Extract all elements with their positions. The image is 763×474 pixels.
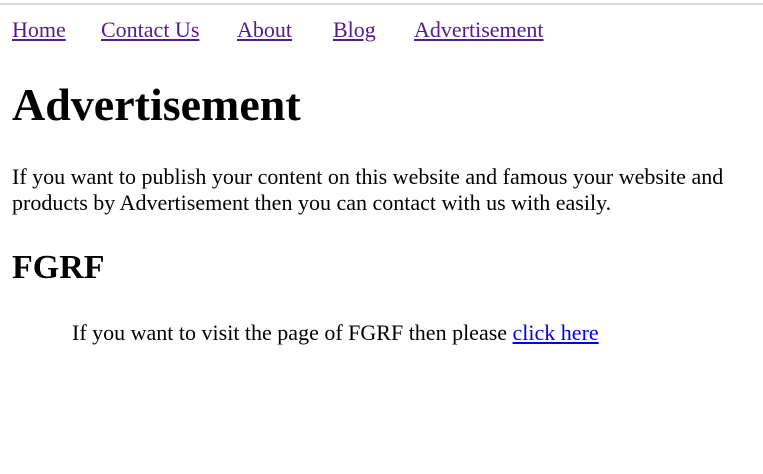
visit-paragraph: If you want to visit the page of FGRF th… (72, 319, 599, 347)
section-title: FGRF (12, 249, 105, 286)
page-title: Advertisement (12, 79, 301, 130)
nav-link-advertisement[interactable]: Advertisement (414, 16, 544, 44)
click-here-link[interactable]: click here (513, 320, 599, 345)
nav-link-home[interactable]: Home (12, 16, 66, 44)
visit-text: If you want to visit the page of FGRF th… (72, 320, 513, 345)
nav-link-about[interactable]: About (237, 16, 292, 44)
nav-link-blog[interactable]: Blog (333, 16, 376, 44)
top-border (0, 3, 763, 5)
nav-link-contact-us[interactable]: Contact Us (101, 16, 199, 44)
intro-paragraph: If you want to publish your content on t… (12, 164, 724, 215)
page: Home Contact Us About Blog Advertisement… (0, 0, 763, 474)
